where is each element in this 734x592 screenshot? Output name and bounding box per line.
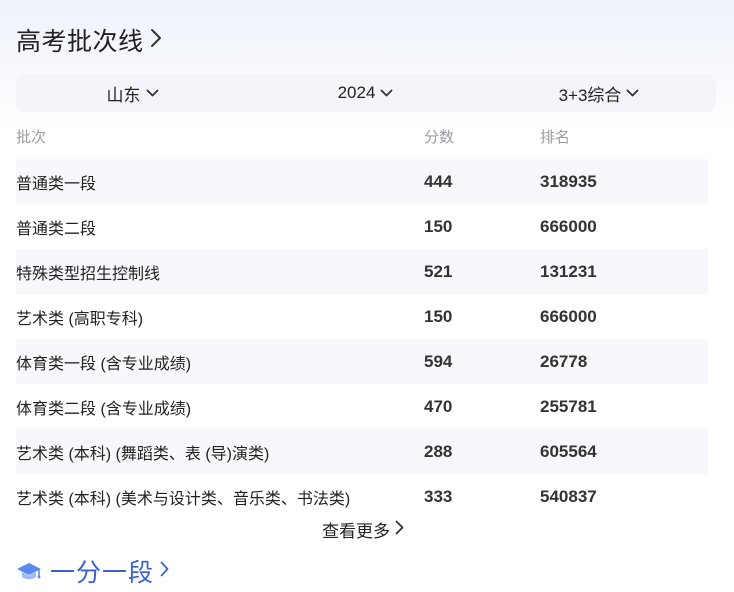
chevron-right-icon [395, 520, 404, 540]
batch-name: 特殊类型招生控制线 [16, 265, 161, 283]
section-title: 高考批次线 [16, 28, 144, 56]
batch-score: 470 [424, 396, 453, 416]
batch-name: 普通类二段 [16, 220, 97, 238]
table-row: 普通类一段 444 318935 [16, 159, 708, 204]
filter-bar: 山东 2024 3+3综合 [16, 74, 716, 112]
batch-score: 150 [424, 216, 453, 236]
province-value: 山东 [106, 85, 141, 105]
batch-name: 艺术类 (本科) (舞蹈类、表 (导)演类) [16, 445, 270, 463]
batch-name: 体育类二段 (含专业成绩) [16, 400, 192, 418]
header-score: 分数 [424, 129, 455, 146]
table-row: 体育类一段 (含专业成绩) 594 26778 [16, 339, 708, 384]
batch-score: 444 [424, 171, 453, 191]
batch-name: 体育类一段 (含专业成绩) [16, 355, 192, 373]
table-row: 艺术类 (本科) (美术与设计类、音乐类、书法类) 333 540837 [16, 474, 708, 519]
chevron-down-icon [626, 83, 639, 103]
table-row: 艺术类 (本科) (舞蹈类、表 (导)演类) 288 605564 [16, 429, 708, 474]
chevron-right-icon [160, 561, 169, 582]
batch-name: 普通类一段 [16, 175, 97, 193]
table-row: 体育类二段 (含专业成绩) 470 255781 [16, 384, 708, 429]
header-batch: 批次 [16, 129, 47, 146]
score-distribution-link[interactable]: 一分一段 [16, 553, 169, 589]
batch-rank: 666000 [540, 216, 597, 236]
header-rank: 排名 [540, 129, 571, 146]
batch-score: 288 [424, 441, 453, 461]
batch-name: 艺术类 (本科) (美术与设计类、音乐类、书法类) [16, 490, 351, 508]
batch-rank: 131231 [540, 261, 597, 281]
batch-score: 150 [424, 306, 453, 326]
graduation-cap-icon [16, 559, 42, 583]
batch-score: 521 [424, 261, 453, 281]
batch-rank: 666000 [540, 306, 597, 326]
batch-rank: 605564 [540, 441, 597, 461]
batch-rank: 26778 [540, 351, 588, 371]
view-more-label: 查看更多 [322, 522, 390, 541]
batch-rank: 540837 [540, 486, 597, 506]
batch-score: 333 [424, 486, 453, 506]
province-dropdown[interactable]: 山东 [16, 74, 249, 112]
table-row: 艺术类 (高职专科) 150 666000 [16, 294, 708, 339]
chevron-down-icon [146, 83, 159, 103]
year-value: 2024 [337, 83, 376, 102]
batch-name: 艺术类 (高职专科) [16, 310, 144, 328]
chevron-down-icon [380, 83, 393, 103]
table-row: 特殊类型招生控制线 521 131231 [16, 249, 708, 294]
view-more-button[interactable]: 查看更多 [322, 517, 404, 542]
chevron-right-icon [150, 28, 162, 53]
section-title-link[interactable]: 高考批次线 [16, 22, 162, 58]
subject-value: 3+3综合 [558, 85, 622, 105]
batch-rank: 255781 [540, 396, 597, 416]
batch-rank: 318935 [540, 171, 597, 191]
batch-table: 普通类一段 444 318935 普通类二段 150 666000 特殊类型招生… [16, 159, 708, 519]
batch-score: 594 [424, 351, 453, 371]
table-header: 批次 分数 排名 [16, 126, 706, 148]
table-row: 普通类二段 150 666000 [16, 204, 708, 249]
year-dropdown[interactable]: 2024 [249, 74, 482, 112]
subject-dropdown[interactable]: 3+3综合 [482, 74, 716, 112]
score-distribution-title: 一分一段 [50, 559, 155, 587]
